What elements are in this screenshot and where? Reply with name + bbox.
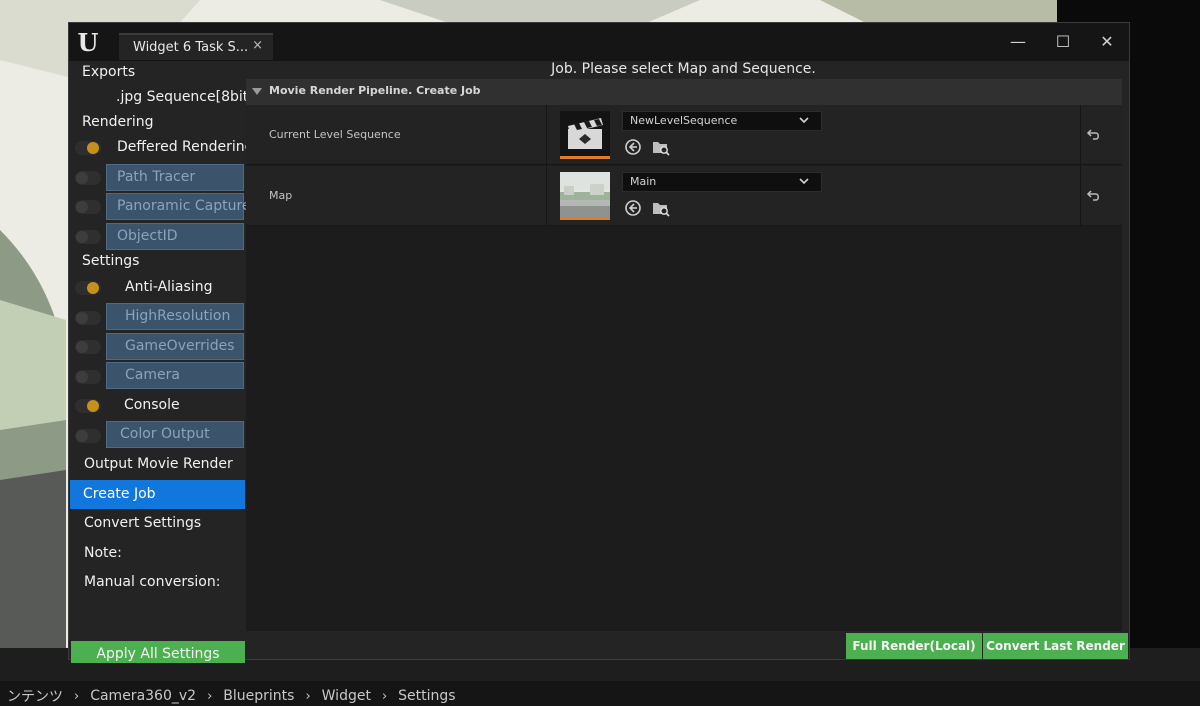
chevron-right-icon: › bbox=[305, 688, 311, 704]
details-panel: Movie Render Pipeline. Create Job Curren… bbox=[246, 79, 1122, 631]
browse-folder-icon[interactable] bbox=[652, 138, 670, 156]
widget-window: U Widget 6 Task S... × — ☐ ✕ Exports .jp… bbox=[68, 22, 1130, 663]
breadcrumb-item-content[interactable]: ンテンツ bbox=[0, 686, 70, 706]
breadcrumb-item-settings[interactable]: Settings bbox=[391, 688, 462, 704]
deffered-rendering-toggle[interactable] bbox=[75, 141, 101, 155]
convert-last-render-button[interactable]: Convert Last Render bbox=[983, 633, 1128, 659]
property-name: Current Level Sequence bbox=[269, 128, 401, 141]
toggle-knob bbox=[76, 172, 88, 184]
game-overrides-button[interactable]: GameOverrides bbox=[106, 333, 244, 360]
settings-heading: Settings bbox=[82, 253, 140, 269]
column-divider bbox=[1080, 166, 1081, 226]
title-bar: U Widget 6 Task S... × — ☐ ✕ bbox=[69, 23, 1129, 61]
toggle-knob bbox=[87, 282, 99, 294]
color-output-button[interactable]: Color Output bbox=[106, 421, 244, 448]
reset-to-default-icon[interactable] bbox=[1086, 127, 1102, 143]
minimize-button[interactable]: — bbox=[1003, 31, 1033, 53]
property-name: Map bbox=[269, 189, 293, 202]
convert-settings-item[interactable]: Convert Settings bbox=[84, 515, 201, 531]
collapse-arrow-icon[interactable] bbox=[252, 88, 262, 95]
chevron-right-icon: › bbox=[207, 688, 213, 704]
camera-toggle[interactable] bbox=[75, 370, 101, 384]
create-job-item[interactable]: Create Job bbox=[70, 480, 245, 509]
column-divider bbox=[546, 166, 547, 226]
exports-heading: Exports bbox=[82, 64, 136, 80]
toggle-knob bbox=[76, 312, 88, 324]
property-row-map: Map Main bbox=[246, 166, 1122, 226]
settings-menu: Exports .jpg Sequence[8bit] Rendering De… bbox=[70, 61, 254, 663]
object-id-toggle[interactable] bbox=[75, 230, 101, 244]
browse-folder-icon[interactable] bbox=[652, 199, 670, 217]
console-toggle[interactable] bbox=[75, 399, 101, 413]
use-selected-asset-icon[interactable] bbox=[624, 138, 642, 156]
manual-conversion-label: Manual conversion: bbox=[84, 574, 221, 590]
export-format-option[interactable]: .jpg Sequence[8bit] bbox=[116, 89, 254, 105]
toggle-knob bbox=[76, 201, 88, 213]
output-movie-render-item[interactable]: Output Movie Render bbox=[84, 456, 233, 472]
use-selected-asset-icon[interactable] bbox=[624, 199, 642, 217]
tab-title: Widget 6 Task S... bbox=[133, 40, 249, 55]
game-overrides-toggle[interactable] bbox=[75, 340, 101, 354]
map-dropdown[interactable]: Main bbox=[622, 172, 822, 192]
panoramic-capture-toggle[interactable] bbox=[75, 200, 101, 214]
deffered-rendering-label[interactable]: Deffered Rendering bbox=[117, 139, 254, 155]
chevron-down-icon bbox=[799, 117, 809, 124]
clapperboard-icon[interactable] bbox=[560, 111, 610, 159]
breadcrumb-item-blueprints[interactable]: Blueprints bbox=[216, 688, 301, 704]
color-output-toggle[interactable] bbox=[75, 429, 101, 443]
anti-aliasing-label[interactable]: Anti-Aliasing bbox=[125, 279, 212, 295]
toggle-knob bbox=[76, 341, 88, 353]
full-render-button[interactable]: Full Render(Local) bbox=[846, 633, 982, 659]
section-title: Movie Render Pipeline. Create Job bbox=[269, 84, 481, 97]
high-resolution-toggle[interactable] bbox=[75, 311, 101, 325]
map-value: Main bbox=[630, 175, 657, 188]
tab-close-icon[interactable]: × bbox=[252, 38, 263, 53]
toggle-knob bbox=[87, 400, 99, 412]
toggle-knob bbox=[76, 371, 88, 383]
breadcrumb-item-widget[interactable]: Widget bbox=[315, 688, 378, 704]
anti-aliasing-toggle[interactable] bbox=[75, 281, 101, 295]
chevron-right-icon: › bbox=[74, 688, 80, 704]
column-divider bbox=[1080, 105, 1081, 165]
apply-all-settings-button[interactable]: Apply All Settings bbox=[71, 641, 245, 663]
high-resolution-button[interactable]: HighResolution bbox=[106, 303, 244, 330]
path-tracer-button[interactable]: Path Tracer bbox=[106, 164, 244, 191]
section-header[interactable]: Movie Render Pipeline. Create Job bbox=[246, 79, 1122, 105]
breadcrumb-item-camera360[interactable]: Camera360_v2 bbox=[83, 688, 203, 704]
unreal-logo-icon: U bbox=[77, 28, 99, 57]
object-id-button[interactable]: ObjectID bbox=[106, 223, 244, 250]
breadcrumb: ンテンツ › Camera360_v2 › Blueprints › Widge… bbox=[0, 686, 463, 706]
toggle-knob bbox=[76, 231, 88, 243]
close-button[interactable]: ✕ bbox=[1092, 31, 1122, 53]
console-label[interactable]: Console bbox=[124, 397, 180, 413]
rendering-heading: Rendering bbox=[82, 114, 154, 130]
camera-button[interactable]: Camera bbox=[106, 362, 244, 389]
panoramic-capture-button[interactable]: Panoramic Capture bbox=[106, 193, 251, 220]
path-tracer-toggle[interactable] bbox=[75, 171, 101, 185]
property-row-level-sequence: Current Level Sequence NewLevelSequence bbox=[246, 105, 1122, 165]
note-label: Note: bbox=[84, 545, 122, 561]
map-thumbnail-icon[interactable] bbox=[560, 172, 610, 220]
level-sequence-value: NewLevelSequence bbox=[630, 114, 738, 127]
tab-widget-task[interactable]: Widget 6 Task S... × bbox=[119, 33, 273, 60]
chevron-down-icon bbox=[799, 178, 809, 185]
toggle-knob bbox=[87, 142, 99, 154]
toggle-knob bbox=[76, 430, 88, 442]
instruction-text: Job. Please select Map and Sequence. bbox=[551, 61, 816, 77]
maximize-button[interactable]: ☐ bbox=[1048, 31, 1078, 53]
reset-to-default-icon[interactable] bbox=[1086, 188, 1102, 204]
chevron-right-icon: › bbox=[381, 688, 388, 704]
level-sequence-dropdown[interactable]: NewLevelSequence bbox=[622, 111, 822, 131]
column-divider bbox=[546, 105, 547, 165]
